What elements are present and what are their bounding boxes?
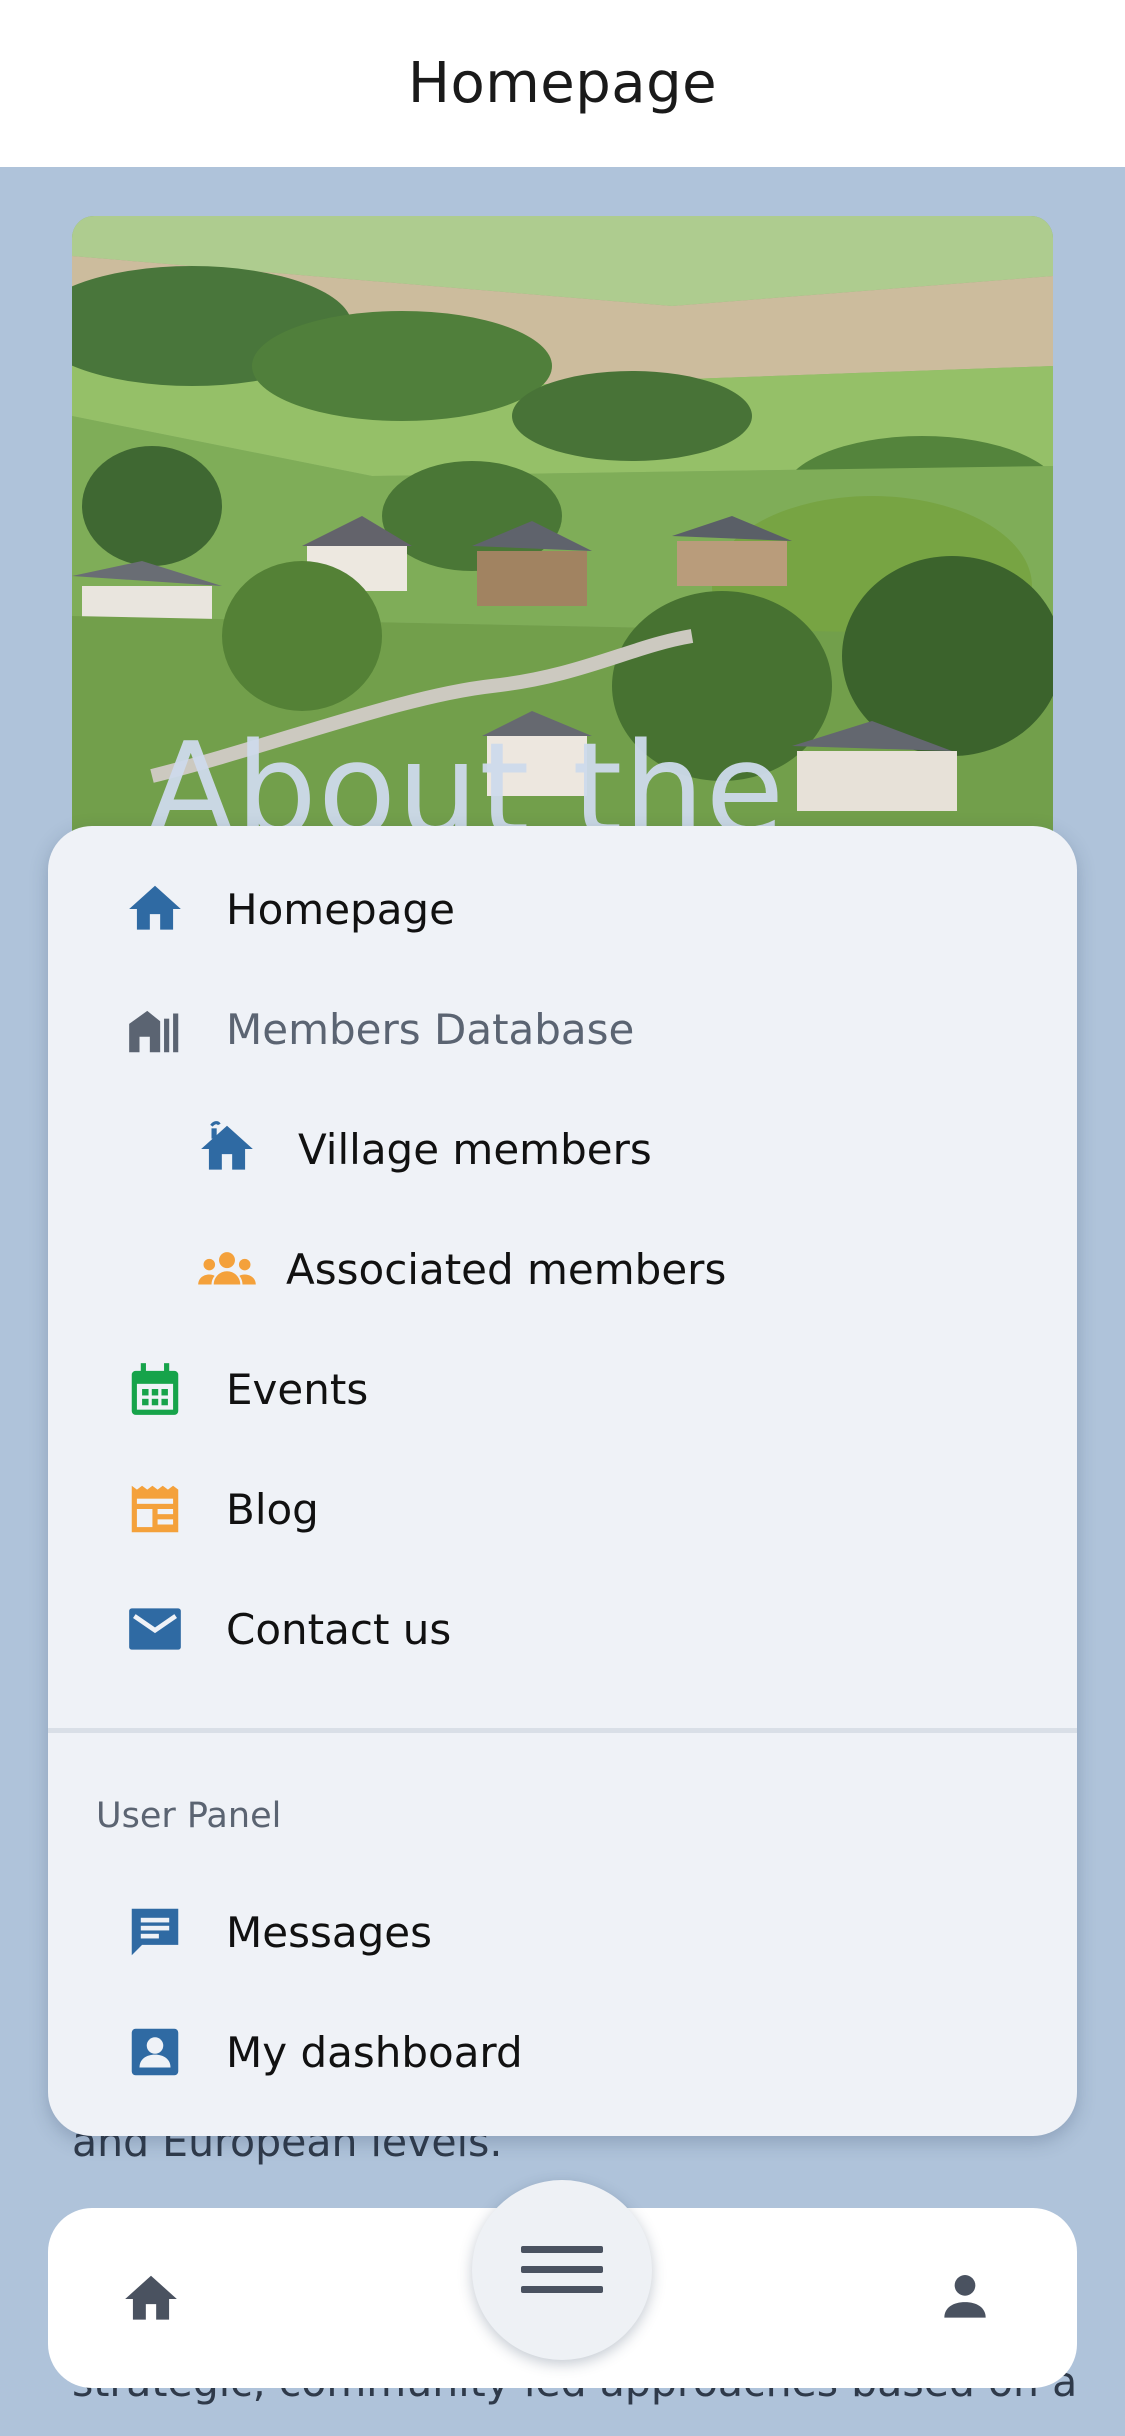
menu-toggle-button[interactable] <box>472 2180 652 2360</box>
menu-item-events[interactable]: Events <box>124 1349 368 1429</box>
group-icon <box>196 1238 258 1300</box>
menu-item-label: Messages <box>226 1907 432 1957</box>
menu-item-label: Members Database <box>226 1004 635 1054</box>
menu-item-contact-us[interactable]: Contact us <box>124 1589 451 1669</box>
house-icon <box>196 1118 258 1180</box>
menu-item-label: Blog <box>226 1484 319 1534</box>
home-nav-button[interactable] <box>120 2268 182 2330</box>
menu-item-village-members[interactable]: Village members <box>196 1109 652 1189</box>
navigation-menu: Homepage Members Database Village member… <box>48 826 1077 2136</box>
page-title: Homepage <box>407 51 718 116</box>
menu-item-my-dashboard[interactable]: My dashboard <box>124 2012 523 2092</box>
menu-item-label: Homepage <box>226 884 455 934</box>
newspaper-icon <box>124 1478 186 1540</box>
hero-image: About the <box>72 216 1053 856</box>
home-icon <box>124 878 186 940</box>
calendar-icon <box>124 1358 186 1420</box>
menu-item-members-database[interactable]: Members Database <box>124 989 634 1069</box>
menu-divider <box>48 1728 1077 1733</box>
menu-item-label: Events <box>226 1364 369 1414</box>
user-panel-heading: User Panel <box>96 1796 282 1836</box>
chat-icon <box>124 1901 186 1963</box>
menu-item-label: My dashboard <box>226 2027 523 2077</box>
person-icon <box>944 2275 986 2318</box>
top-header: Homepage <box>0 0 1125 167</box>
menu-item-label: Village members <box>298 1124 652 1174</box>
menu-item-label: Associated members <box>286 1244 727 1294</box>
profile-card-icon <box>124 2021 186 2083</box>
envelope-icon <box>124 1598 186 1660</box>
profile-nav-button[interactable] <box>934 2266 996 2328</box>
menu-item-homepage[interactable]: Homepage <box>124 869 455 949</box>
hamburger-icon <box>521 2246 603 2293</box>
menu-item-messages[interactable]: Messages <box>124 1892 432 1972</box>
menu-item-label: Contact us <box>226 1604 452 1654</box>
menu-item-blog[interactable]: Blog <box>124 1469 319 1549</box>
home-icon <box>125 2275 177 2320</box>
menu-item-associated-members[interactable]: Associated members <box>196 1229 726 1309</box>
buildings-icon <box>124 998 186 1060</box>
